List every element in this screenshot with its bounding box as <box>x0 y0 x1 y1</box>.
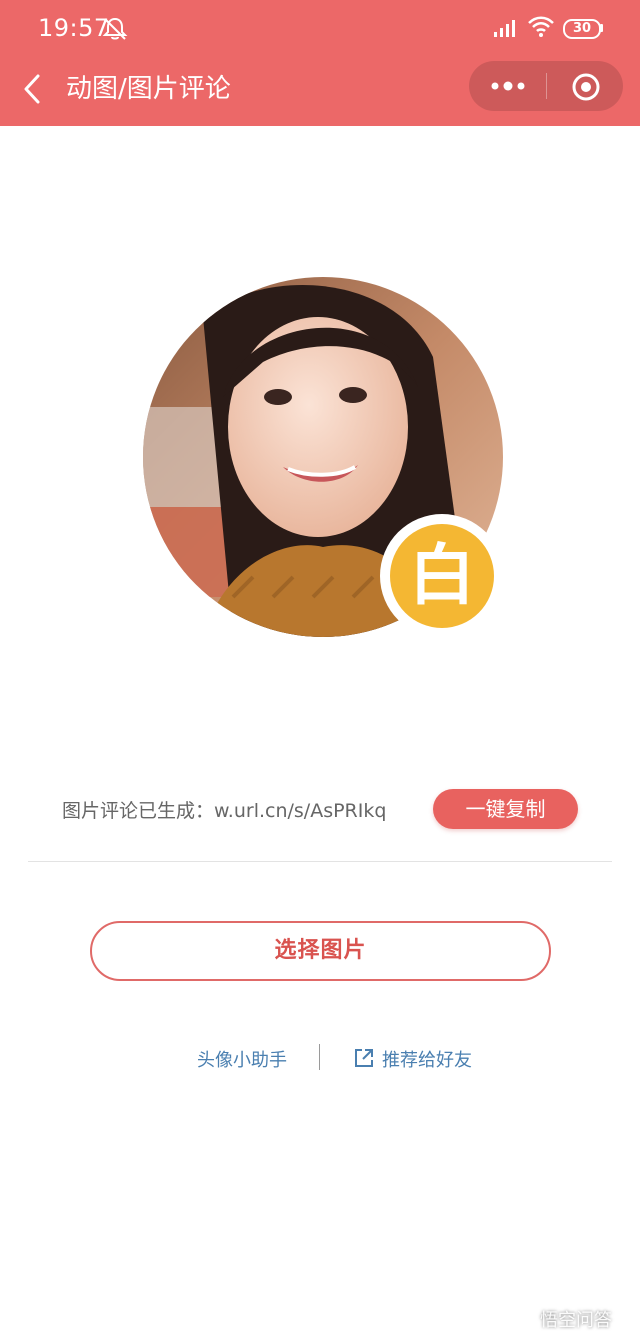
copy-button[interactable]: 一键复制 <box>433 789 578 829</box>
battery-tip <box>600 24 603 32</box>
wifi-icon <box>528 16 554 37</box>
wukong-logo-icon <box>510 1310 536 1326</box>
header: 19:57 30 动图/图片评论 <box>0 0 640 126</box>
signal-icon <box>494 20 515 37</box>
close-mini-program-icon[interactable] <box>571 72 601 102</box>
footer-links: 头像小助手 推荐给好友 <box>0 1044 640 1074</box>
back-icon[interactable] <box>20 72 46 106</box>
page-title: 动图/图片评论 <box>66 74 231 104</box>
bell-muted-icon <box>102 17 128 40</box>
more-icon[interactable] <box>487 74 529 98</box>
generated-link-text: 图片评论已生成：w.url.cn/s/AsPRIkq <box>62 800 387 822</box>
recommend-link[interactable]: 推荐给好友 <box>382 1046 472 1072</box>
divider <box>28 861 612 862</box>
avatar-helper-link[interactable]: 头像小助手 <box>197 1046 287 1072</box>
mini-program-capsule <box>469 61 623 111</box>
choose-image-button[interactable]: 选择图片 <box>90 921 551 981</box>
watermark-text: 悟空问答 <box>540 1310 612 1331</box>
share-icon[interactable] <box>353 1047 375 1069</box>
badge-character: 白 <box>390 524 494 628</box>
nickname-badge: 白 <box>380 514 504 638</box>
status-bar: 19:57 30 <box>0 0 640 58</box>
capsule-divider <box>546 73 547 99</box>
nav-bar: 动图/图片评论 <box>0 58 640 126</box>
battery-icon: 30 <box>563 19 601 39</box>
footer-divider <box>319 1044 320 1070</box>
link-row: 图片评论已生成：w.url.cn/s/AsPRIkq 一键复制 <box>0 787 640 833</box>
battery-level: 30 <box>572 21 592 36</box>
status-time: 19:57 <box>38 14 110 42</box>
